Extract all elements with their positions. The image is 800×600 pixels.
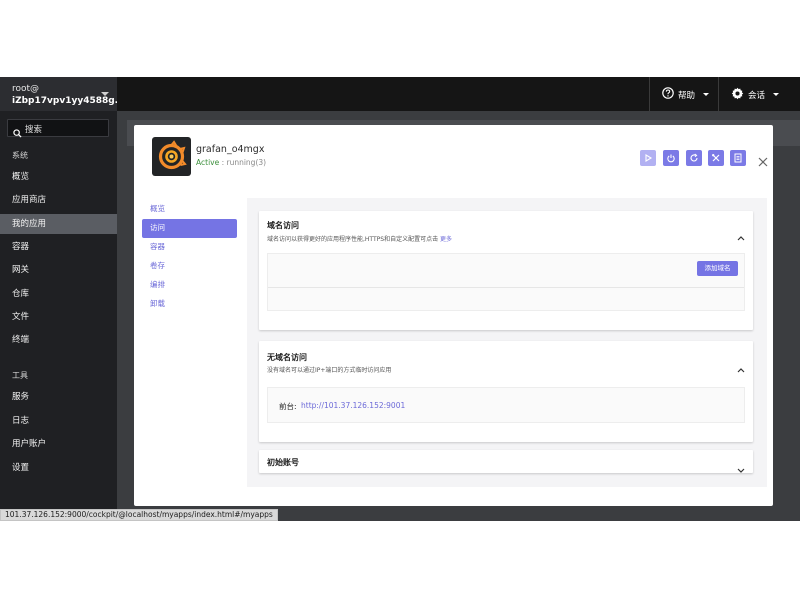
domain-access-desc-text: 域名访问以获得更好的应用程序性能,HTTPS和自定义配置可点击 [267,236,439,243]
domain-access-desc: 域名访问以获得更好的应用程序性能,HTTPS和自定义配置可点击 更多 [267,234,452,243]
chevron-down-icon[interactable] [737,459,745,478]
tab-compose[interactable]: 编排 [142,276,237,295]
status-active: Active [196,158,220,167]
sidebar-item-myapps[interactable]: 我的应用 [0,214,117,234]
search-label: 搜索 [25,125,43,135]
document-icon [734,153,742,163]
sidebar-item-accounts[interactable]: 用户账户 [0,434,117,454]
app-detail-dialog: grafan_o4mgx Active : running(3) 概览 访问 容… [134,125,773,506]
session-label: 会话 [748,91,766,101]
restart-button[interactable] [686,150,702,166]
tab-list: 概览 访问 容器 卷存 编排 卸载 [142,200,237,314]
sidebar-item-settings[interactable]: 设置 [0,458,117,478]
tab-containers[interactable]: 容器 [142,238,237,257]
section-tools-label: 工具 [12,371,28,380]
tab-volumes[interactable]: 卷存 [142,257,237,276]
chevron-down-icon[interactable] [101,92,109,96]
no-domain-access-title: 无域名访问 [267,353,307,362]
stop-button[interactable] [663,150,679,166]
status-bar-url: 101.37.126.152:9000/cockpit/@localhost/m… [0,509,278,521]
domain-access-card: 域名访问 域名访问以获得更好的应用程序性能,HTTPS和自定义配置可点击 更多 … [259,211,753,330]
search-icon [13,123,22,142]
docs-button[interactable] [730,150,746,166]
help-icon [662,87,674,102]
tools-button[interactable] [708,150,724,166]
divider [268,287,744,288]
chevron-down-icon [773,93,779,96]
play-icon [645,154,653,162]
tab-access[interactable]: 访问 [142,219,237,238]
sidebar-item-services[interactable]: 服务 [0,387,117,407]
front-access-box: 前台: http://101.37.126.152:9001 [267,387,745,423]
search-input[interactable]: 搜索 [7,119,109,138]
sidebar-item-repository[interactable]: 仓库 [0,284,117,304]
start-button[interactable] [640,150,656,166]
sidebar-item-files[interactable]: 文件 [0,307,117,327]
domain-access-title: 域名访问 [267,221,299,230]
front-label: 前台: [279,402,297,411]
refresh-icon [690,153,698,162]
sidebar-item-appstore[interactable]: 应用商店 [0,190,117,210]
close-icon[interactable] [758,152,768,171]
power-icon [667,154,675,163]
host-user: root@ [12,84,40,94]
domain-list: 添加域名 [267,253,745,311]
help-button[interactable]: 帮助 [649,77,717,111]
initial-account-title: 初始账号 [267,458,299,467]
tab-uninstall[interactable]: 卸载 [142,295,237,314]
sidebar: root@ iZbp17vpv1yy4588g... 搜索 系统 概览 应用商店… [0,77,125,521]
tools-icon [712,154,720,162]
gear-icon [731,87,744,103]
access-panel: 域名访问 域名访问以获得更好的应用程序性能,HTTPS和自定义配置可点击 更多 … [247,198,767,487]
sidebar-item-terminal[interactable]: 终端 [0,330,117,350]
host-name: iZbp17vpv1yy4588g... [12,96,125,106]
app-name: grafan_o4mgx [196,144,265,155]
sidebar-item-containers[interactable]: 容器 [0,237,117,257]
front-url-link[interactable]: http://101.37.126.152:9001 [301,401,405,410]
chevron-down-icon [703,93,709,96]
session-button[interactable]: 会话 [718,77,800,111]
sidebar-item-overview[interactable]: 概览 [0,167,117,187]
add-domain-button[interactable]: 添加域名 [697,261,738,276]
initial-account-card[interactable]: 初始账号 [259,450,753,473]
chevron-up-icon[interactable] [737,358,745,377]
status-running: running(3) [226,158,267,167]
cockpit-window: root@ iZbp17vpv1yy4588g... 搜索 系统 概览 应用商店… [0,77,800,521]
no-domain-access-desc: 没有域名可以通过IP+端口的方式临时访问应用 [267,367,392,374]
no-domain-access-card: 无域名访问 没有域名可以通过IP+端口的方式临时访问应用 前台: http://… [259,341,753,442]
tab-overview[interactable]: 概览 [142,200,237,219]
top-bar: 帮助 会话 [117,77,800,111]
chevron-up-icon[interactable] [737,226,745,245]
help-label: 帮助 [678,91,696,101]
app-status: Active : running(3) [196,158,267,167]
grafana-logo-icon [152,137,191,176]
more-link[interactable]: 更多 [440,236,452,243]
section-system-label: 系统 [12,151,28,160]
sidebar-item-gateway[interactable]: 网关 [0,260,117,280]
host-switcher[interactable]: root@ iZbp17vpv1yy4588g... [0,77,125,111]
sidebar-item-logs[interactable]: 日志 [0,411,117,431]
